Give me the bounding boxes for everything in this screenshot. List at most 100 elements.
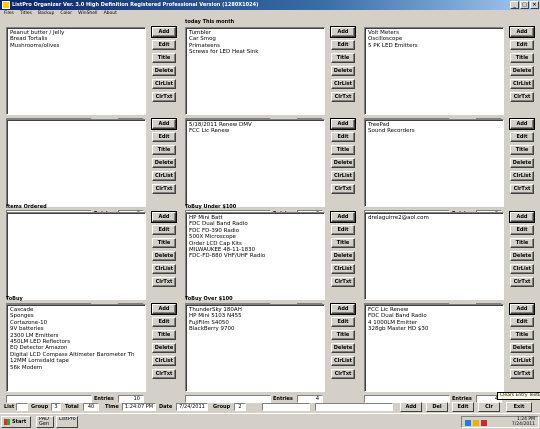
title-button[interactable]: Title (510, 330, 534, 340)
edit-button[interactable]: Edit (510, 132, 534, 142)
add-button[interactable]: Add (151, 211, 177, 223)
clrlist-button[interactable]: ClrList (510, 171, 534, 181)
title-bar[interactable]: ListPro Organizer Ver. 3.0 High Definiti… (0, 0, 540, 10)
clrlist-button[interactable]: ClrList (152, 264, 176, 274)
list-box[interactable] (6, 212, 146, 300)
clrtxt-button[interactable]: ClrTxt (510, 92, 534, 102)
delete-button[interactable]: Delete (152, 66, 176, 76)
panel-title[interactable]: today This month (185, 19, 234, 26)
clrlist-button[interactable]: ClrList (331, 356, 355, 366)
group2-value[interactable]: 2 (234, 403, 246, 411)
list-box[interactable]: TreePad Sound Recorders (364, 119, 504, 207)
list-item[interactable]: drelaguirre2@aol.com (368, 215, 500, 221)
security-icon[interactable] (481, 420, 487, 426)
add-button[interactable]: Add (330, 211, 356, 223)
list-item[interactable]: 328gb Master HD $30 (368, 326, 500, 332)
start-button[interactable]: Start (1, 416, 31, 428)
edit-button[interactable]: Edit (510, 40, 534, 50)
title-button[interactable]: Title (152, 330, 176, 340)
clrlist-button[interactable]: ClrList (331, 79, 355, 89)
title-button[interactable]: Title (152, 238, 176, 248)
title-button[interactable]: Title (331, 238, 355, 248)
delete-button-main[interactable]: Del (426, 402, 448, 412)
clrlist-button[interactable]: ClrList (510, 356, 534, 366)
menu-backup[interactable]: Backup (38, 10, 55, 18)
title-button[interactable]: Title (152, 145, 176, 155)
list-item[interactable]: Mushrooms/olives (10, 43, 142, 49)
delete-button[interactable]: Delete (510, 66, 534, 76)
volume-icon[interactable] (473, 420, 479, 426)
network-icon[interactable] (465, 420, 471, 426)
list-item[interactable]: BlackBerry 9700 (189, 326, 321, 332)
title-button[interactable]: Title (331, 53, 355, 63)
list-box[interactable]: ThunderSky 180AH HP Mini 5103 N455 FujiFil… (185, 304, 325, 392)
title-button[interactable]: Title (510, 238, 534, 248)
clrlist-button[interactable]: ClrList (152, 79, 176, 89)
edit-button[interactable]: Edit (331, 40, 355, 50)
delete-button[interactable]: Delete (331, 158, 355, 168)
clrtxt-button[interactable]: ClrTxt (152, 92, 176, 102)
edit-button[interactable]: Edit (152, 132, 176, 142)
title-button[interactable]: Title (331, 330, 355, 340)
list-item[interactable]: FDC-FD-880 VHF/UHF Radio (189, 253, 321, 259)
clrtxt-button[interactable]: ClrTxt (331, 369, 355, 379)
list-field[interactable] (16, 403, 28, 411)
add-button[interactable]: Add (330, 26, 356, 38)
add-button-main[interactable]: Add (400, 402, 422, 412)
maximize-button[interactable]: □ (520, 1, 529, 9)
edit-button[interactable]: Edit (510, 317, 534, 327)
list-box[interactable]: Volt Meters Oscilloscope 5 PK LED Emitters (364, 27, 504, 115)
close-button[interactable]: × (530, 1, 539, 9)
clrlist-button[interactable]: ClrList (510, 79, 534, 89)
menu-about[interactable]: About (104, 10, 117, 18)
clear-button-main[interactable]: Clr (478, 402, 500, 412)
delete-button[interactable]: Delete (331, 343, 355, 353)
list-box[interactable]: Cascade Sponges Cortazone-10 9V batteries 23… (6, 304, 146, 392)
delete-button[interactable]: Delete (331, 66, 355, 76)
clrtxt-button[interactable]: ClrTxt (331, 184, 355, 194)
menu-files[interactable]: Files (4, 10, 14, 18)
add-button[interactable]: Add (151, 118, 177, 130)
list-box[interactable]: FCC Lic Renew FDC Dual Band Radio 4 1000LM… (364, 304, 504, 392)
delete-button[interactable]: Delete (510, 251, 534, 261)
clrlist-button[interactable]: ClrList (152, 171, 176, 181)
clrlist-button[interactable]: ClrList (510, 264, 534, 274)
add-button[interactable]: Add (330, 118, 356, 130)
edit-button[interactable]: Edit (331, 317, 355, 327)
list-box[interactable]: 5/18/2011 Renew DMV FCC Lic Renew (185, 119, 325, 207)
delete-button[interactable]: Delete (152, 343, 176, 353)
menu-winshell[interactable]: WinShell (78, 10, 97, 18)
title-button[interactable]: Title (510, 53, 534, 63)
edit-button[interactable]: Edit (152, 40, 176, 50)
list-box[interactable]: HP Mini Batt FDC Dual Band Radio FDC FD-39… (185, 212, 325, 300)
add-button[interactable]: Add (151, 26, 177, 38)
exit-button[interactable]: Exit (506, 402, 532, 412)
delete-button[interactable]: Delete (331, 251, 355, 261)
add-button[interactable]: Add (509, 211, 535, 223)
add-button[interactable]: Add (151, 303, 177, 315)
list-item[interactable]: 5 PK LED Emitters (368, 43, 500, 49)
panel-title[interactable]: Items Ordered (6, 204, 47, 211)
minimize-button[interactable]: _ (510, 1, 519, 9)
taskbar-item-padgen[interactable]: PAD Gen (36, 416, 54, 428)
add-button[interactable]: Add (509, 26, 535, 38)
list-item[interactable]: 56k Modem (10, 365, 142, 371)
delete-button[interactable]: Delete (152, 251, 176, 261)
list-box[interactable]: Tumbler Car Smog Primateens Screws for LED … (185, 27, 325, 115)
edit-button[interactable]: Edit (331, 132, 355, 142)
clrtxt-button[interactable]: ClrTxt (152, 184, 176, 194)
bottom-entry-field[interactable] (262, 403, 310, 411)
clrtxt-button[interactable]: ClrTxt (152, 277, 176, 287)
delete-button[interactable]: Delete (510, 343, 534, 353)
edit-button[interactable]: Edit (152, 225, 176, 235)
delete-button[interactable]: Delete (152, 158, 176, 168)
edit-button[interactable]: Edit (152, 317, 176, 327)
panel-title[interactable]: ToBuy Over $100 (185, 296, 233, 303)
edit-button[interactable]: Edit (331, 225, 355, 235)
clrtxt-button[interactable]: ClrTxt (510, 369, 534, 379)
delete-button[interactable]: Delete (510, 158, 534, 168)
clrlist-button[interactable]: ClrList (331, 264, 355, 274)
clrlist-button[interactable]: ClrList (152, 356, 176, 366)
edit-button[interactable]: Edit (510, 225, 534, 235)
clrtxt-button[interactable]: ClrTxt (510, 277, 534, 287)
